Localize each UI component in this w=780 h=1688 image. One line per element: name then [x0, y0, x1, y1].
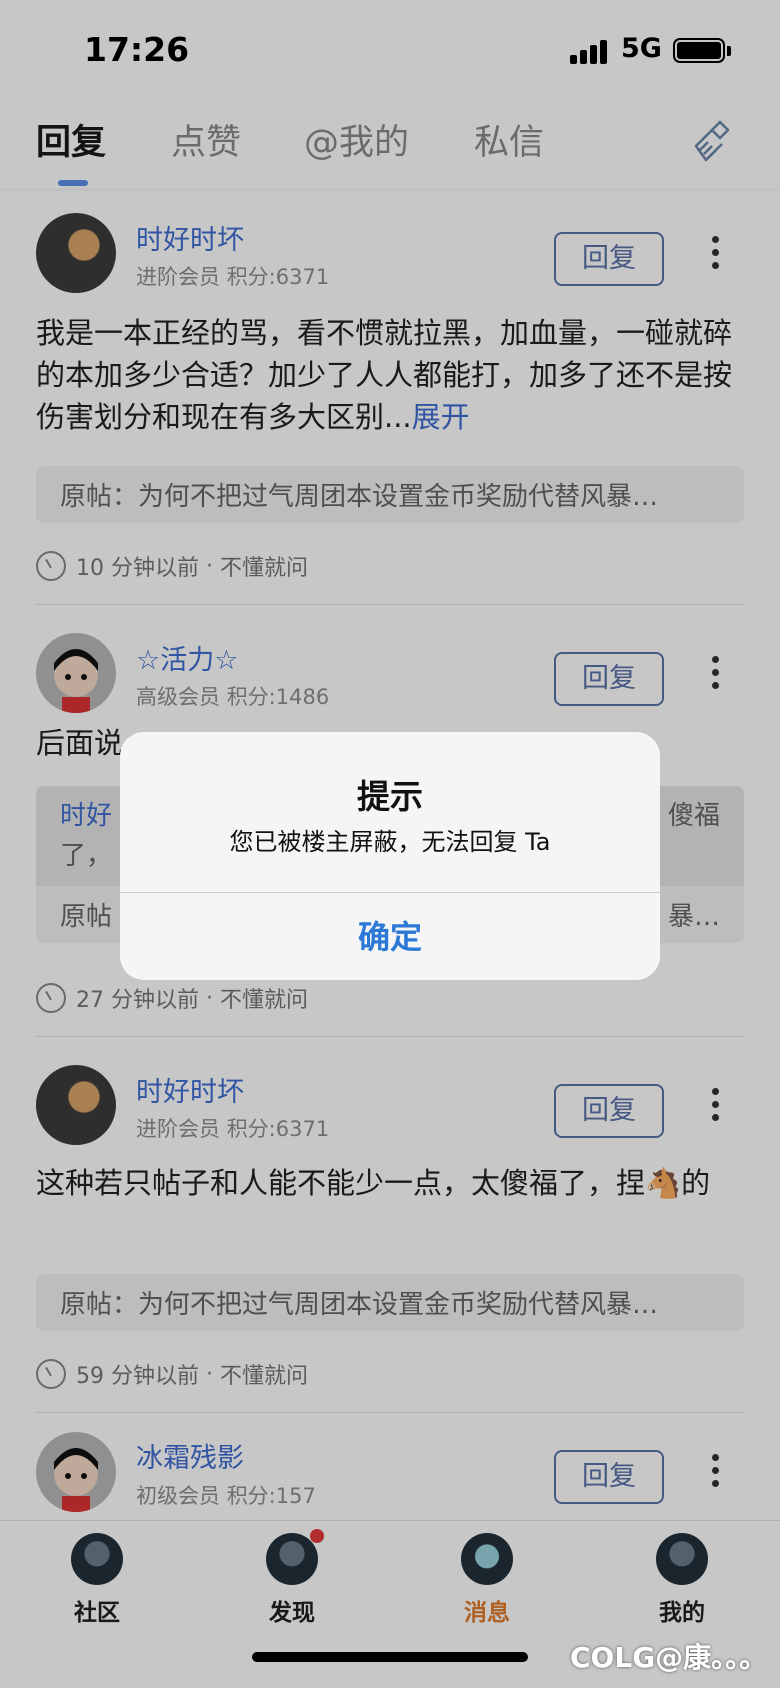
dialog-message: 您已被楼主屏蔽，无法回复 Ta [229, 828, 551, 856]
watermark: COLG@康。。。 [570, 1641, 768, 1674]
dialog-title: 提示 [357, 777, 423, 816]
dialog-divider [120, 892, 660, 893]
home-indicator [252, 1652, 528, 1662]
alert-dialog: 提示 您已被楼主屏蔽，无法回复 Ta 确定 [120, 732, 660, 980]
confirm-button[interactable]: 确定 [120, 894, 660, 980]
